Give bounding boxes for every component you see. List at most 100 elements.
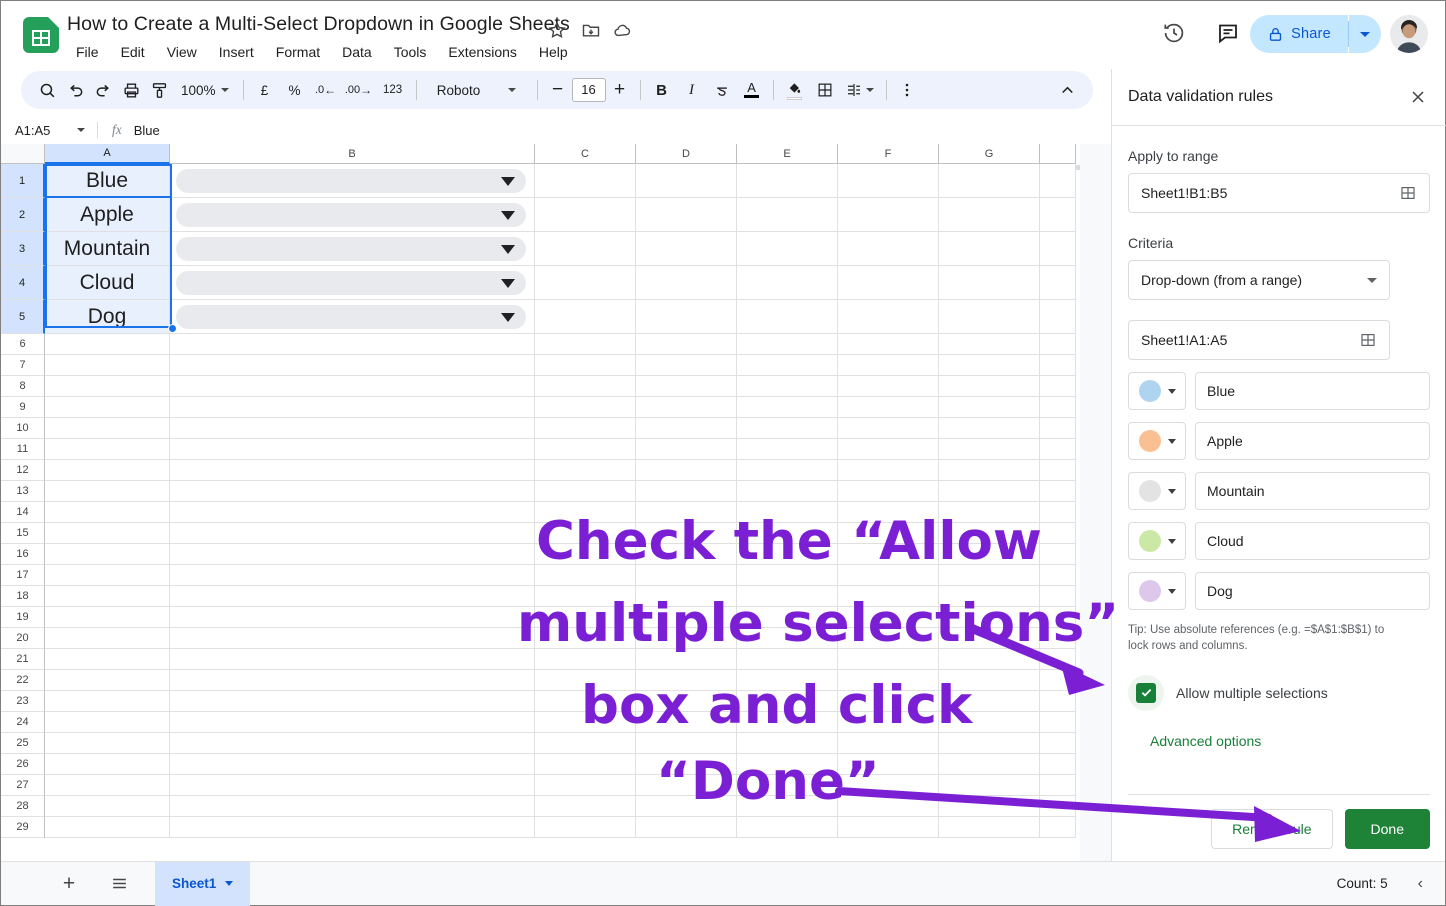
cell-C2[interactable] xyxy=(535,198,636,232)
cell-G1[interactable] xyxy=(939,164,1040,198)
cell-H12[interactable] xyxy=(1040,460,1076,481)
row-header-17[interactable]: 17 xyxy=(1,565,45,586)
star-icon[interactable] xyxy=(547,20,567,40)
decrease-decimal-button[interactable]: .0 ← xyxy=(310,76,342,104)
row-header-5[interactable]: 5 xyxy=(1,300,45,334)
cell-C26[interactable] xyxy=(535,754,636,775)
cell-A9[interactable] xyxy=(45,397,170,418)
column-header-a[interactable]: A xyxy=(45,144,170,164)
cell-G8[interactable] xyxy=(939,376,1040,397)
cell-G6[interactable] xyxy=(939,334,1040,355)
cell-A10[interactable] xyxy=(45,418,170,439)
cell-G10[interactable] xyxy=(939,418,1040,439)
cell-D5[interactable] xyxy=(636,300,737,334)
cell-A24[interactable] xyxy=(45,712,170,733)
cell-G13[interactable] xyxy=(939,481,1040,502)
all-sheets-menu-icon[interactable] xyxy=(105,870,133,898)
cell-B7[interactable] xyxy=(170,355,535,376)
cell-G3[interactable] xyxy=(939,232,1040,266)
cell-E6[interactable] xyxy=(737,334,838,355)
font-family-selector[interactable]: Roboto xyxy=(423,76,531,104)
row-header-23[interactable]: 23 xyxy=(1,691,45,712)
option-value-input-3[interactable]: Cloud xyxy=(1195,522,1430,560)
row-header-27[interactable]: 27 xyxy=(1,775,45,796)
cell-C18[interactable] xyxy=(535,586,636,607)
cell-G27[interactable] xyxy=(939,775,1040,796)
cell-H1[interactable] xyxy=(1040,164,1076,198)
comment-icon[interactable] xyxy=(1216,21,1242,47)
cell-E3[interactable] xyxy=(737,232,838,266)
cell-B21[interactable] xyxy=(170,649,535,670)
cell-D29[interactable] xyxy=(636,817,737,838)
cell-D26[interactable] xyxy=(636,754,737,775)
cell-H11[interactable] xyxy=(1040,439,1076,460)
cell-B18[interactable] xyxy=(170,586,535,607)
cell-C4[interactable] xyxy=(535,266,636,300)
cell-D11[interactable] xyxy=(636,439,737,460)
cell-A12[interactable] xyxy=(45,460,170,481)
cell-H5[interactable] xyxy=(1040,300,1076,334)
cell-G2[interactable] xyxy=(939,198,1040,232)
cell-D24[interactable] xyxy=(636,712,737,733)
column-header-e[interactable]: E xyxy=(737,144,838,164)
row-header-25[interactable]: 25 xyxy=(1,733,45,754)
row-header-28[interactable]: 28 xyxy=(1,796,45,817)
sheet-tab-sheet1[interactable]: Sheet1 xyxy=(155,861,251,906)
cell-A1[interactable]: Blue xyxy=(45,164,170,198)
cell-C28[interactable] xyxy=(535,796,636,817)
cell-H22[interactable] xyxy=(1040,670,1076,691)
cell-E16[interactable] xyxy=(737,544,838,565)
cell-E10[interactable] xyxy=(737,418,838,439)
cell-A5[interactable]: Dog xyxy=(45,300,170,334)
chevron-down-icon[interactable] xyxy=(225,881,234,886)
share-dropdown-caret-icon[interactable] xyxy=(1349,15,1381,53)
cell-A20[interactable] xyxy=(45,628,170,649)
number-format-button[interactable]: 123 xyxy=(376,76,410,104)
cell-C5[interactable] xyxy=(535,300,636,334)
cell-F15[interactable] xyxy=(838,523,939,544)
cell-E14[interactable] xyxy=(737,502,838,523)
cell-H25[interactable] xyxy=(1040,733,1076,754)
merge-cells-button[interactable] xyxy=(840,76,880,104)
cell-G22[interactable] xyxy=(939,670,1040,691)
cell-F8[interactable] xyxy=(838,376,939,397)
cell-F27[interactable] xyxy=(838,775,939,796)
cell-C10[interactable] xyxy=(535,418,636,439)
row-header-15[interactable]: 15 xyxy=(1,523,45,544)
cell-C29[interactable] xyxy=(535,817,636,838)
allow-multiple-selections-checkbox[interactable] xyxy=(1128,674,1164,711)
select-range-icon[interactable] xyxy=(1359,331,1377,349)
cell-H2[interactable] xyxy=(1040,198,1076,232)
cell-D9[interactable] xyxy=(636,397,737,418)
row-header-20[interactable]: 20 xyxy=(1,628,45,649)
cell-F3[interactable] xyxy=(838,232,939,266)
cell-A18[interactable] xyxy=(45,586,170,607)
cell-F24[interactable] xyxy=(838,712,939,733)
paint-format-icon[interactable] xyxy=(145,76,173,104)
cell-A15[interactable] xyxy=(45,523,170,544)
cell-F2[interactable] xyxy=(838,198,939,232)
cell-F9[interactable] xyxy=(838,397,939,418)
cell-H24[interactable] xyxy=(1040,712,1076,733)
bold-button[interactable]: B xyxy=(647,76,677,104)
cell-A14[interactable] xyxy=(45,502,170,523)
cell-D21[interactable] xyxy=(636,649,737,670)
cell-D3[interactable] xyxy=(636,232,737,266)
cell-E2[interactable] xyxy=(737,198,838,232)
row-header-11[interactable]: 11 xyxy=(1,439,45,460)
cell-G12[interactable] xyxy=(939,460,1040,481)
cell-B25[interactable] xyxy=(170,733,535,754)
cell-G5[interactable] xyxy=(939,300,1040,334)
cell-C13[interactable] xyxy=(535,481,636,502)
document-title[interactable]: How to Create a Multi-Select Dropdown in… xyxy=(67,13,570,36)
formula-input[interactable]: Blue xyxy=(134,123,160,138)
row-header-10[interactable]: 10 xyxy=(1,418,45,439)
option-color-picker-1[interactable] xyxy=(1128,422,1186,460)
cell-C7[interactable] xyxy=(535,355,636,376)
cell-C16[interactable] xyxy=(535,544,636,565)
cell-G4[interactable] xyxy=(939,266,1040,300)
source-range-input[interactable]: Sheet1!A1:A5 xyxy=(1128,320,1390,360)
cell-D10[interactable] xyxy=(636,418,737,439)
cell-B6[interactable] xyxy=(170,334,535,355)
cell-B26[interactable] xyxy=(170,754,535,775)
